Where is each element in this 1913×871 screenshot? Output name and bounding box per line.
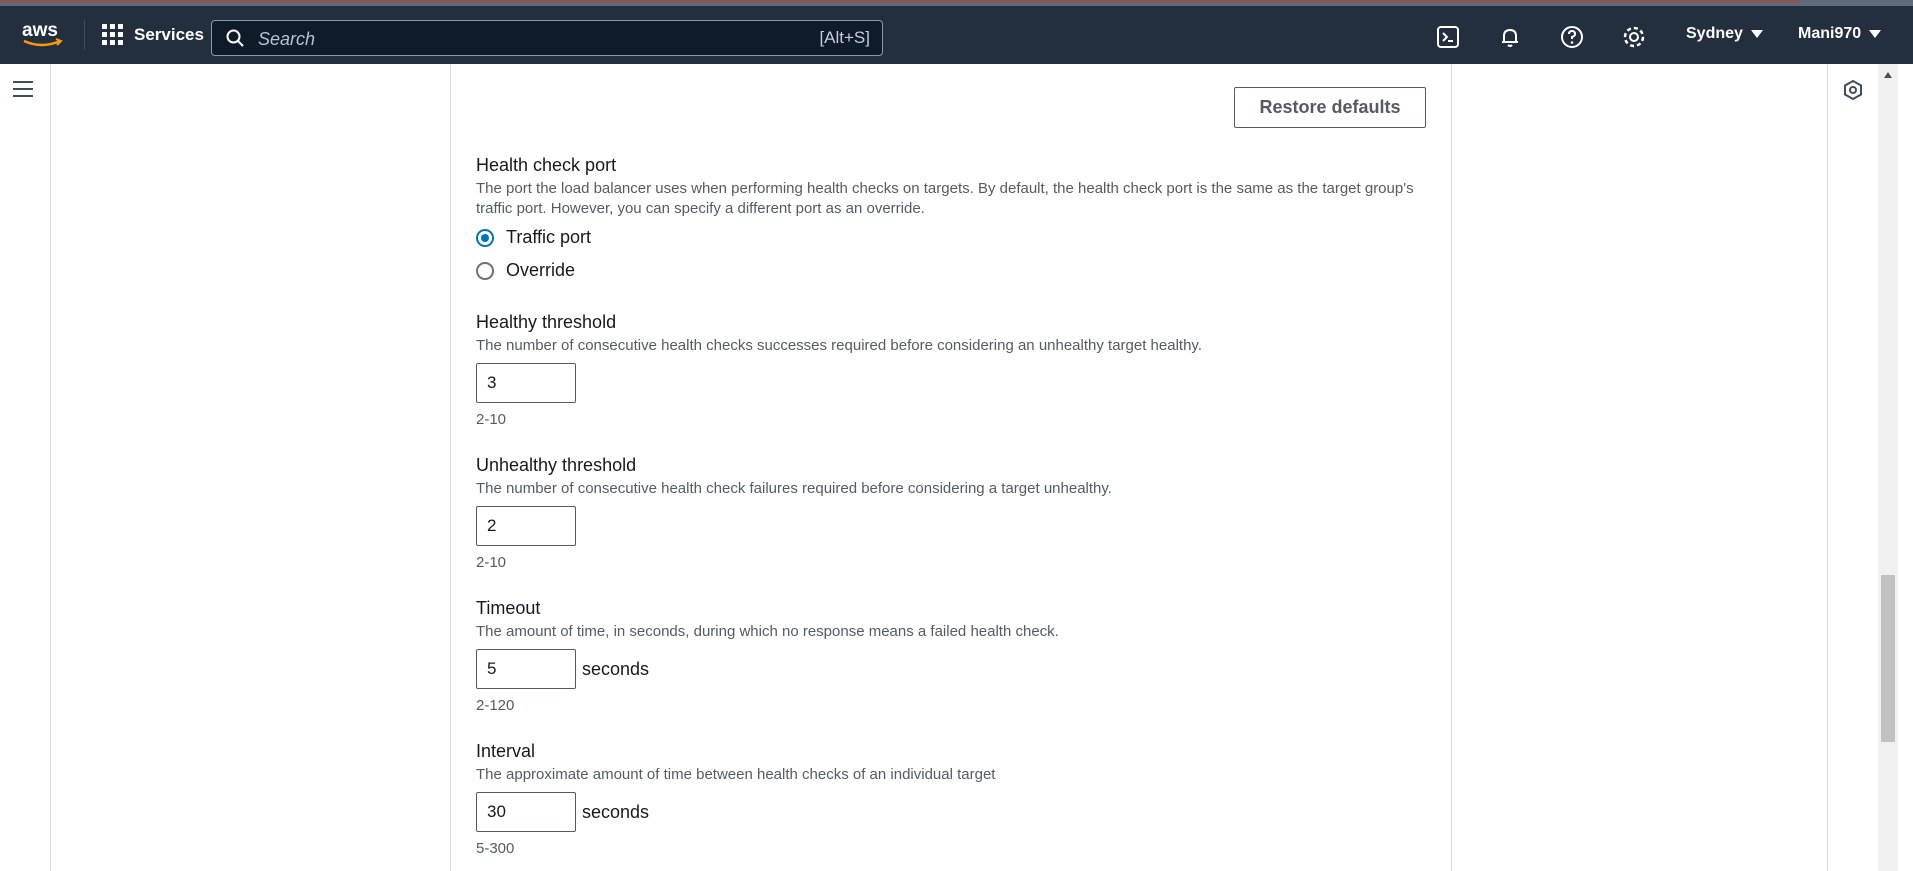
- account-label: Mani970: [1798, 25, 1862, 42]
- bell-icon[interactable]: [1498, 25, 1522, 49]
- region-label: Sydney: [1686, 25, 1743, 42]
- health-check-settings-panel: Restore defaults Health check port The p…: [450, 64, 1452, 871]
- traffic-port-label: Traffic port: [506, 227, 592, 247]
- scroll-up-arrow-icon[interactable]: [1884, 72, 1892, 78]
- hexagon-info-icon[interactable]: [1843, 80, 1863, 100]
- timeout-input-row: seconds: [476, 649, 1426, 689]
- chevron-down-icon: [1750, 30, 1763, 38]
- services-label: Services: [134, 25, 204, 44]
- restore-defaults-button[interactable]: Restore defaults: [1234, 87, 1426, 128]
- health-check-port-description: The port the load balancer uses when per…: [476, 180, 1414, 217]
- timeout-constraint: 2-120: [476, 697, 515, 714]
- search-icon: [226, 29, 244, 47]
- interval-input[interactable]: [476, 792, 576, 832]
- interval-input-row: seconds: [476, 792, 1426, 832]
- override-label: Override: [506, 260, 576, 280]
- timeout-description: The amount of time, in seconds, during w…: [476, 623, 1059, 640]
- traffic-port-radio-option[interactable]: Traffic port: [476, 221, 1426, 254]
- radio-button-selected[interactable]: [476, 228, 494, 247]
- healthy-threshold-field: Healthy threshold The number of consecut…: [476, 311, 1426, 428]
- grid-icon: [102, 24, 123, 45]
- interval-description: The approximate amount of time between h…: [476, 766, 996, 783]
- scrollbar-thumb[interactable]: [1881, 575, 1895, 742]
- healthy-threshold-input-row: [476, 363, 1426, 403]
- override-radio-option[interactable]: Override: [476, 254, 1426, 287]
- timeout-field: Timeout The amount of time, in seconds, …: [476, 597, 1426, 714]
- cloudshell-icon[interactable]: [1436, 25, 1460, 49]
- healthy-threshold-input[interactable]: [476, 363, 576, 403]
- health-check-port-label: Health check port: [476, 155, 617, 175]
- browser-tab-edge: [0, 0, 1800, 3]
- page-scrollbar[interactable]: [1878, 64, 1898, 871]
- interval-field: Interval The approximate amount of time …: [476, 740, 1426, 857]
- interval-label: Interval: [476, 741, 536, 761]
- menu-icon[interactable]: [13, 81, 33, 102]
- account-menu[interactable]: Mani970: [1798, 25, 1882, 43]
- settings-gear-icon[interactable]: [1622, 25, 1646, 49]
- chevron-down-icon: [1869, 30, 1882, 38]
- healthy-threshold-label: Healthy threshold: [476, 312, 617, 332]
- health-check-port-options: Traffic port Override: [476, 221, 1426, 287]
- search-shortcut-hint: [Alt+S]: [819, 28, 870, 47]
- healthy-threshold-description: The number of consecutive health checks …: [476, 337, 1202, 354]
- unhealthy-threshold-field: Unhealthy threshold The number of consec…: [476, 454, 1426, 571]
- timeout-label: Timeout: [476, 598, 541, 618]
- aws-logo[interactable]: aws: [22, 20, 64, 50]
- right-utility-rail: [1827, 64, 1879, 871]
- left-navigation-rail: [0, 64, 51, 871]
- search-input[interactable]: [256, 25, 780, 53]
- help-icon[interactable]: [1560, 25, 1584, 49]
- unhealthy-threshold-constraint: 2-10: [476, 554, 507, 571]
- health-check-port-field: Health check port The port the load bala…: [476, 154, 1426, 287]
- timeout-input[interactable]: [476, 649, 576, 689]
- aws-top-navigation: aws Services [Alt+S]: [0, 6, 1913, 64]
- search-bar[interactable]: [Alt+S]: [211, 20, 883, 56]
- radio-button[interactable]: [476, 261, 494, 280]
- unhealthy-threshold-label: Unhealthy threshold: [476, 455, 637, 475]
- services-menu-button[interactable]: Services: [102, 18, 204, 52]
- unhealthy-threshold-input[interactable]: [476, 506, 576, 546]
- timeout-unit: seconds: [582, 658, 650, 679]
- window-edge: [1898, 64, 1913, 871]
- interval-unit: seconds: [582, 801, 650, 822]
- region-selector[interactable]: Sydney: [1686, 25, 1763, 43]
- topbar-divider: [84, 20, 85, 50]
- svg-text:aws: aws: [22, 20, 58, 41]
- unhealthy-threshold-description: The number of consecutive health check f…: [476, 480, 1112, 497]
- interval-constraint: 5-300: [476, 840, 515, 857]
- unhealthy-threshold-input-row: [476, 506, 1426, 546]
- healthy-threshold-constraint: 2-10: [476, 411, 507, 428]
